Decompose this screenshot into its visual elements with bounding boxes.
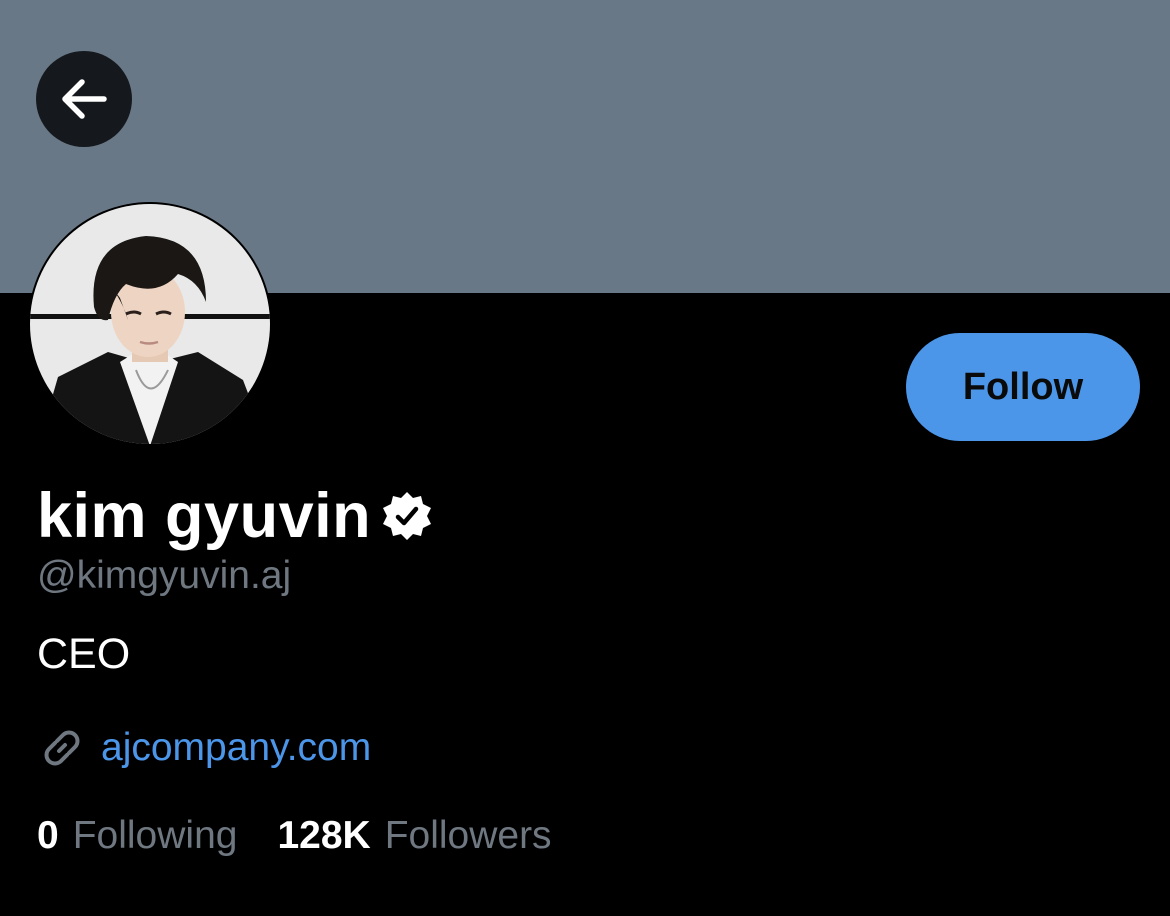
profile-bio: CEO [37, 630, 131, 678]
following-label: Following [72, 814, 238, 857]
website-row: ajcompany.com [37, 722, 371, 774]
display-name: kim gyuvin [37, 481, 372, 551]
profile-page: Follow kim gyuvin @kimgyuvin.aj CEO ajco… [0, 0, 1170, 916]
arrow-left-icon [62, 79, 107, 119]
following-stat[interactable]: 0 Following [37, 814, 237, 858]
followers-label: Followers [384, 814, 552, 857]
verified-badge-icon [381, 490, 433, 542]
profile-handle: @kimgyuvin.aj [37, 554, 292, 597]
website-link[interactable]: ajcompany.com [101, 726, 371, 770]
followers-stat[interactable]: 128K Followers [277, 814, 551, 858]
stats-row: 0 Following 128K Followers [37, 808, 552, 864]
following-count: 0 [37, 814, 59, 857]
followers-count: 128K [277, 814, 371, 857]
back-button[interactable] [36, 51, 132, 147]
link-icon [37, 723, 87, 773]
follow-button[interactable]: Follow [906, 333, 1140, 441]
name-row: kim gyuvin [37, 476, 433, 556]
avatar[interactable] [28, 202, 272, 446]
avatar-photo [30, 204, 270, 444]
